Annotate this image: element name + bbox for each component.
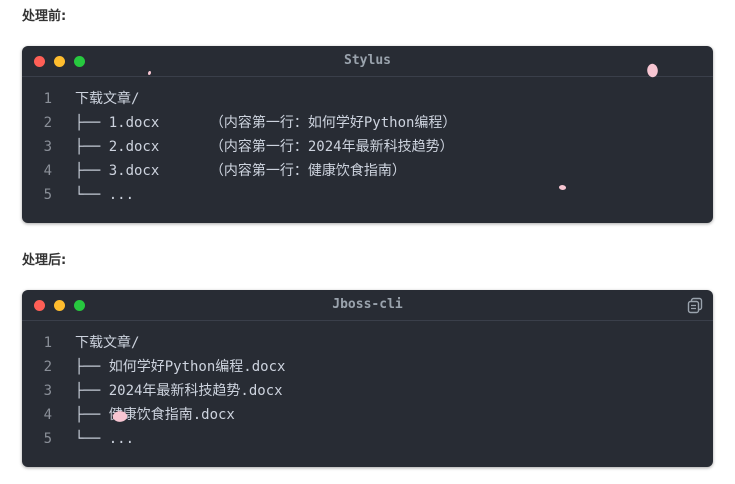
line-text: └── ... xyxy=(75,187,135,203)
after-language-title: Jboss-cli xyxy=(332,297,403,312)
code-line: 4 ├── 3.docx （内容第一行：健康饮食指南） xyxy=(22,159,713,183)
after-code-block: Jboss-cli 1 下载文章/ 2 ├── 如何学好Python编程.docx … xyxy=(22,290,713,467)
before-code-block: Stylus 1 下载文章/ 2 ├── 1.docx （内容第一行：如何学好Pyt… xyxy=(22,46,713,223)
line-text: ├── 2.docx （内容第一行：2024年最新科技趋势） xyxy=(75,139,454,155)
line-number: 3 xyxy=(43,139,52,155)
line-number: 5 xyxy=(43,431,52,447)
after-label: 处理后: xyxy=(22,253,67,268)
code-line: 5 └── ... xyxy=(22,427,713,451)
line-number: 1 xyxy=(43,91,52,107)
line-text: ├── 3.docx （内容第一行：健康饮食指南） xyxy=(75,163,406,179)
before-label: 处理前: xyxy=(22,9,67,24)
before-language-title: Stylus xyxy=(344,53,391,68)
before-titlebar: Stylus xyxy=(22,46,713,77)
code-line: 1 下载文章/ xyxy=(22,331,713,355)
code-line: 2 ├── 1.docx （内容第一行：如何学好Python编程） xyxy=(22,111,713,135)
code-line: 5 └── ... xyxy=(22,183,713,207)
line-number: 1 xyxy=(43,335,52,351)
line-number: 4 xyxy=(43,407,52,423)
code-line: 1 下载文章/ xyxy=(22,87,713,111)
code-line: 3 ├── 2024年最新科技趋势.docx xyxy=(22,379,713,403)
line-text: 下载文章/ xyxy=(75,335,140,351)
line-text: ├── 2024年最新科技趋势.docx xyxy=(75,383,283,399)
line-number: 5 xyxy=(43,187,52,203)
line-text: ├── 健康饮食指南.docx xyxy=(75,407,235,423)
copy-icon[interactable] xyxy=(686,296,704,314)
code-line: 3 ├── 2.docx （内容第一行：2024年最新科技趋势） xyxy=(22,135,713,159)
line-text: └── ... xyxy=(75,431,135,447)
line-number: 3 xyxy=(43,383,52,399)
line-text: 下载文章/ xyxy=(75,91,140,107)
line-number: 2 xyxy=(43,115,52,131)
after-titlebar: Jboss-cli xyxy=(22,290,713,321)
line-number: 4 xyxy=(43,163,52,179)
line-number: 2 xyxy=(43,359,52,375)
line-text: ├── 如何学好Python编程.docx xyxy=(75,359,286,375)
line-text: ├── 1.docx （内容第一行：如何学好Python编程） xyxy=(75,115,457,131)
before-code[interactable]: 1 下载文章/ 2 ├── 1.docx （内容第一行：如何学好Python编程） … xyxy=(22,77,713,207)
code-line: 2 ├── 如何学好Python编程.docx xyxy=(22,355,713,379)
after-code[interactable]: 1 下载文章/ 2 ├── 如何学好Python编程.docx 3 ├── 2024年… xyxy=(22,321,713,451)
